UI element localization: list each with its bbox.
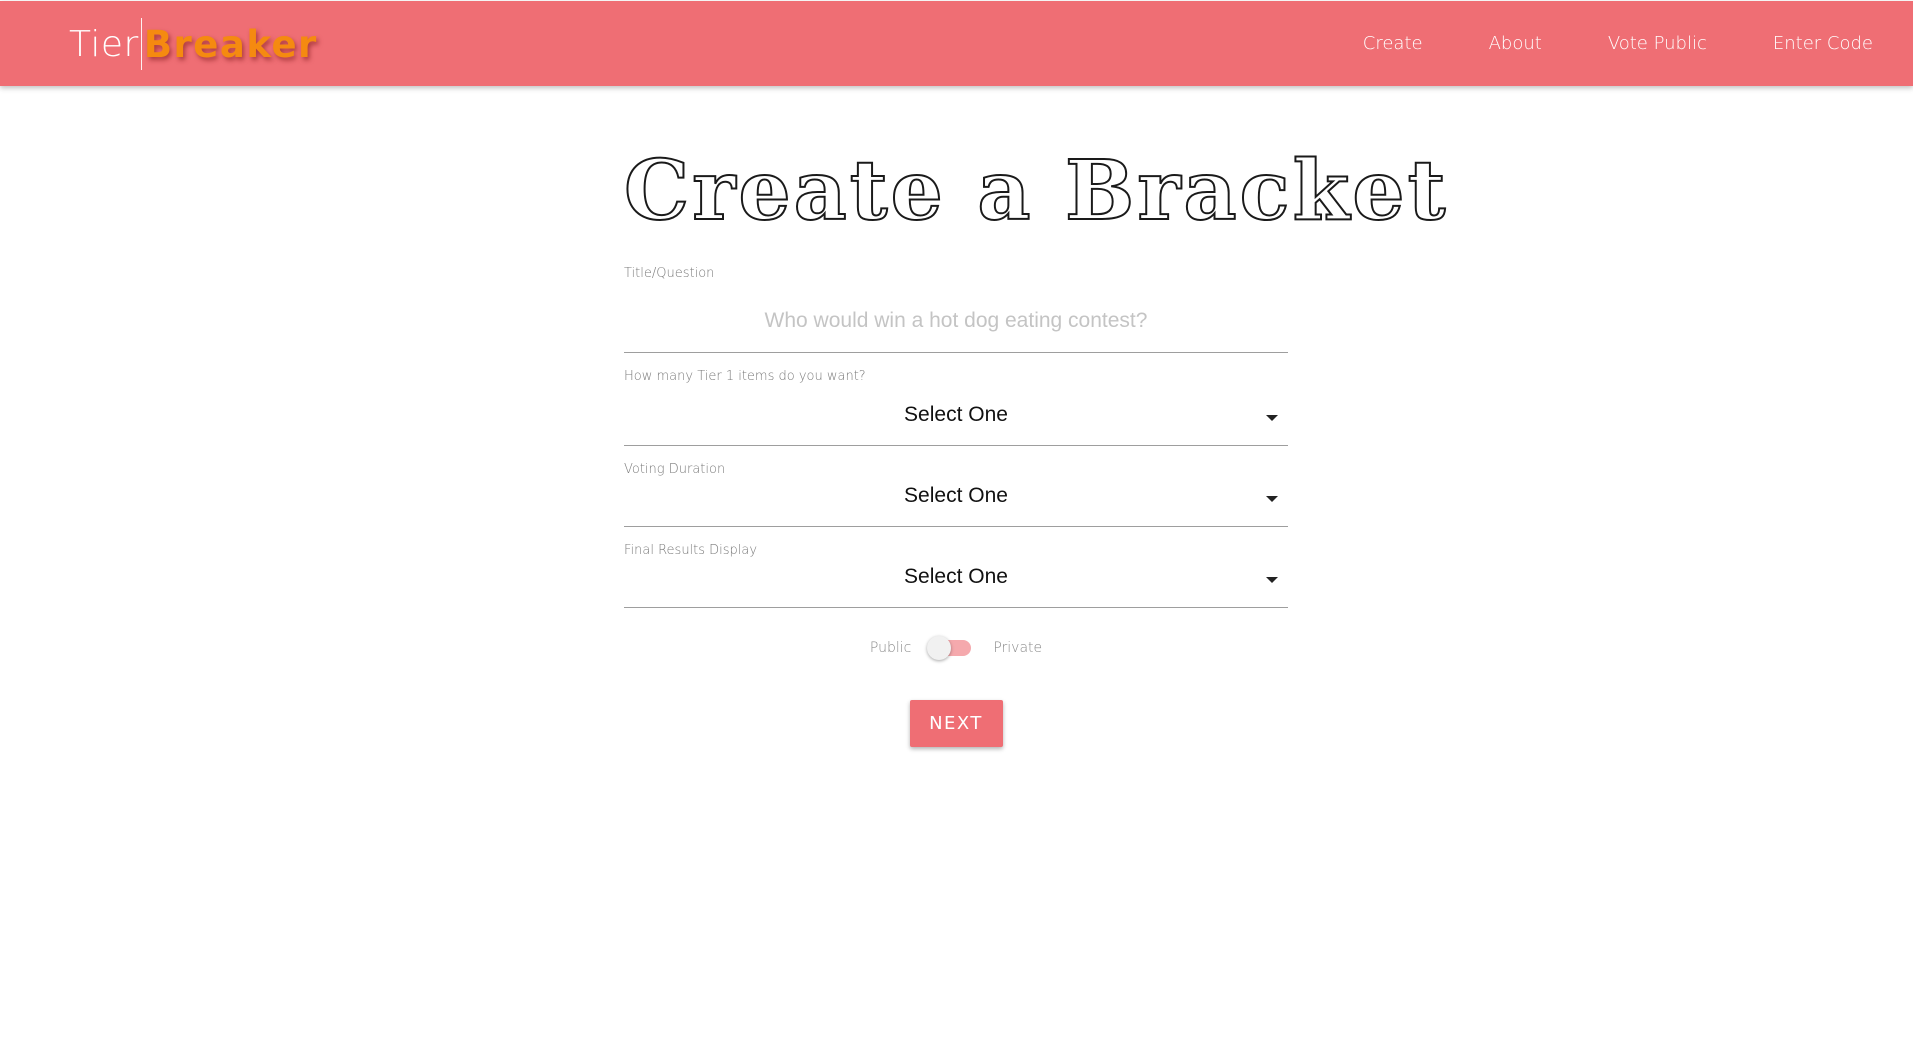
- page: Tier Breaker Create About Vote Public En…: [0, 0, 1913, 1063]
- nav-link-create[interactable]: Create: [1330, 33, 1456, 54]
- tier-count-selected-value: Select One: [904, 403, 1008, 426]
- next-button[interactable]: NEXT: [909, 700, 1003, 747]
- tier-count-label: How many Tier 1 items do you want?: [624, 369, 866, 384]
- brand-logo-tier: Tier: [69, 23, 139, 65]
- brand-logo[interactable]: Tier Breaker: [69, 18, 318, 70]
- tier-count-field: How many Tier 1 items do you want? Selec…: [624, 354, 1288, 446]
- tier-count-select[interactable]: Select One: [624, 395, 1288, 446]
- voting-duration-selected-value: Select One: [904, 484, 1008, 507]
- visibility-toggle-thumb[interactable]: [927, 636, 952, 660]
- caret-down-icon: [1266, 577, 1278, 583]
- title-question-field: Title/Question: [624, 266, 1288, 354]
- caret-down-icon: [1266, 496, 1278, 502]
- nav-link-about[interactable]: About: [1456, 33, 1575, 54]
- title-question-input[interactable]: [624, 290, 1288, 353]
- results-display-label: Final Results Display: [624, 543, 758, 558]
- results-display-select[interactable]: Select One: [624, 557, 1288, 608]
- voting-duration-field: Voting Duration Select One: [624, 446, 1288, 527]
- title-question-label: Title/Question: [624, 266, 715, 281]
- nav-link-vote-public[interactable]: Vote Public: [1575, 33, 1740, 54]
- voting-duration-select[interactable]: Select One: [624, 476, 1288, 527]
- brand-logo-breaker: Breaker: [143, 22, 318, 66]
- caret-down-icon: [1266, 415, 1278, 421]
- navbar: Tier Breaker Create About Vote Public En…: [0, 1, 1913, 86]
- visibility-private-label: Private: [993, 640, 1043, 656]
- next-button-row: NEXT: [624, 700, 1288, 747]
- page-title: Create a Bracket: [623, 143, 1449, 239]
- results-display-selected-value: Select One: [904, 565, 1008, 588]
- nav-link-enter-code[interactable]: Enter Code: [1740, 33, 1913, 54]
- create-bracket-form: Create a Bracket Title/Question How many…: [623, 86, 1449, 747]
- visibility-switch-row: Public Private: [624, 633, 1288, 663]
- voting-duration-label: Voting Duration: [624, 462, 726, 477]
- brand-logo-divider: [140, 18, 142, 70]
- visibility-public-label: Public: [869, 640, 912, 656]
- visibility-toggle[interactable]: [927, 636, 972, 660]
- results-display-field: Final Results Display Select One: [624, 527, 1288, 608]
- nav-menu: Create About Vote Public Enter Code: [1330, 1, 1913, 86]
